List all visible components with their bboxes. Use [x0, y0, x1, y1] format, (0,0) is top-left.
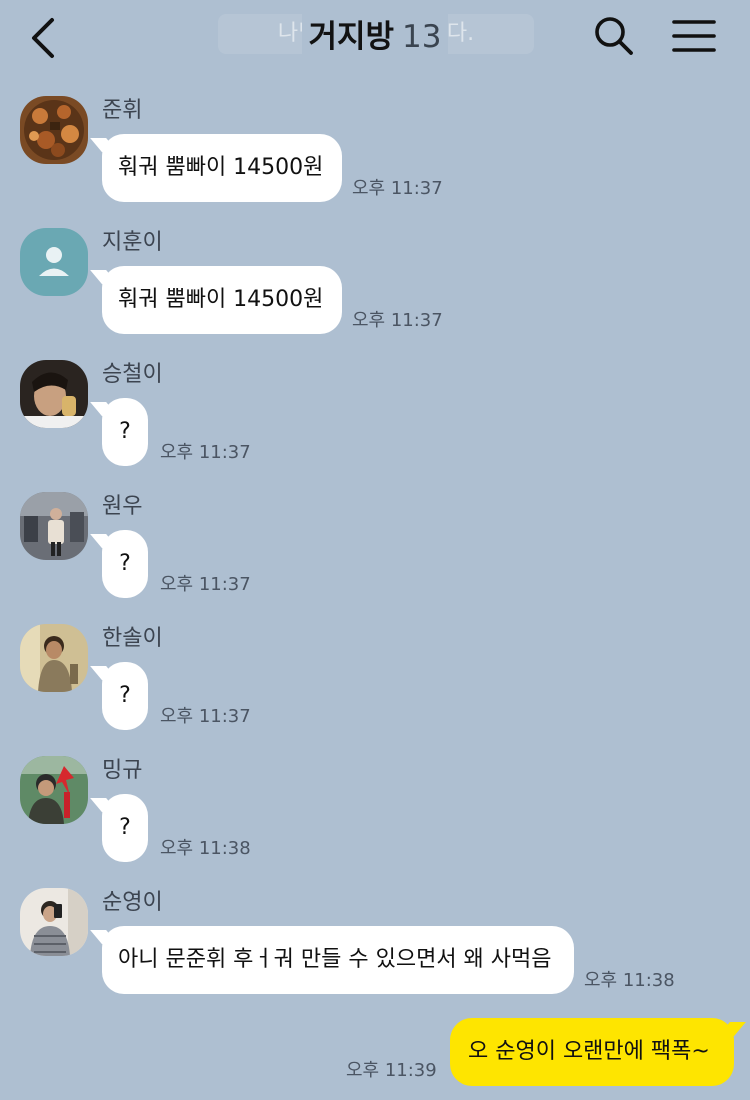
- sender-name: 지훈이: [102, 230, 163, 255]
- person-photo-avatar: [20, 756, 88, 824]
- avatar[interactable]: [20, 624, 88, 692]
- sender-name: 순영이: [102, 890, 163, 915]
- message-bubble[interactable]: 훠궈 뿜빠이 14500원: [102, 134, 342, 202]
- avatar[interactable]: [20, 360, 88, 428]
- system-notice-banner: 나님이 초대했습니다.: [218, 14, 534, 54]
- back-button[interactable]: [22, 14, 66, 62]
- chat-message: 밍규 ? 오후 11:38: [0, 756, 750, 888]
- sender-name: 준휘: [102, 98, 143, 123]
- chevron-left-icon: [32, 18, 54, 58]
- chat-message: 승철이 ? 오후 11:37: [0, 360, 750, 492]
- default-profile-icon: [39, 247, 69, 276]
- message-time: 오후 11:38: [584, 970, 675, 991]
- person-photo-avatar: [20, 888, 88, 956]
- person-photo-avatar: [20, 624, 88, 692]
- my-chat-message: 오후 11:39 오 순영이 오랜만에 팩폭~: [0, 1016, 750, 1088]
- message-bubble[interactable]: ?: [102, 662, 148, 730]
- message-time: 오후 11:38: [160, 838, 251, 859]
- message-time: 오후 11:37: [352, 178, 443, 199]
- message-bubble[interactable]: 아니 문준휘 후ㅓ궈 만들 수 있으면서 왜 사먹음: [102, 926, 574, 994]
- message-time: 오후 11:37: [352, 310, 443, 331]
- my-message-bubble[interactable]: 오 순영이 오랜만에 팩폭~: [450, 1018, 734, 1086]
- chat-message: 한솔이 ? 오후 11:37: [0, 624, 750, 756]
- chat-message: 순영이 아니 문준휘 후ㅓ궈 만들 수 있으면서 왜 사먹음 오후 11:38: [0, 888, 750, 1020]
- sender-name: 승철이: [102, 362, 163, 387]
- sender-name: 한솔이: [102, 626, 163, 651]
- person-photo-avatar: [20, 492, 88, 560]
- chat-header: 나님이 초대했습니다. 거지방 13: [0, 0, 750, 80]
- avatar[interactable]: [20, 756, 88, 824]
- message-time: 오후 11:37: [160, 442, 251, 463]
- message-bubble[interactable]: 훠궈 뿜빠이 14500원: [102, 266, 342, 334]
- avatar[interactable]: [20, 96, 88, 164]
- message-time: 오후 11:37: [160, 574, 251, 595]
- person-photo-avatar: [20, 360, 88, 428]
- message-bubble[interactable]: ?: [102, 794, 148, 862]
- chat-message: 원우 ? 오후 11:37: [0, 492, 750, 624]
- menu-button[interactable]: [668, 14, 720, 58]
- message-bubble[interactable]: ?: [102, 530, 148, 598]
- avatar[interactable]: [20, 888, 88, 956]
- sender-name: 밍규: [102, 758, 143, 783]
- message-bubble[interactable]: ?: [102, 398, 148, 466]
- avatar[interactable]: [20, 228, 88, 296]
- chat-message: 지훈이 훠궈 뿜빠이 14500원 오후 11:37: [0, 228, 750, 360]
- message-time: 오후 11:39: [346, 1060, 437, 1081]
- message-time: 오후 11:37: [160, 706, 251, 727]
- chat-message: 준휘 훠궈 뿜빠이 14500원 오후 11:37: [0, 96, 750, 228]
- avatar[interactable]: [20, 492, 88, 560]
- search-icon: [595, 17, 633, 55]
- food-photo-avatar: [20, 96, 88, 164]
- hamburger-menu-icon: [672, 20, 716, 52]
- search-button[interactable]: [592, 14, 636, 58]
- sender-name: 원우: [102, 494, 143, 519]
